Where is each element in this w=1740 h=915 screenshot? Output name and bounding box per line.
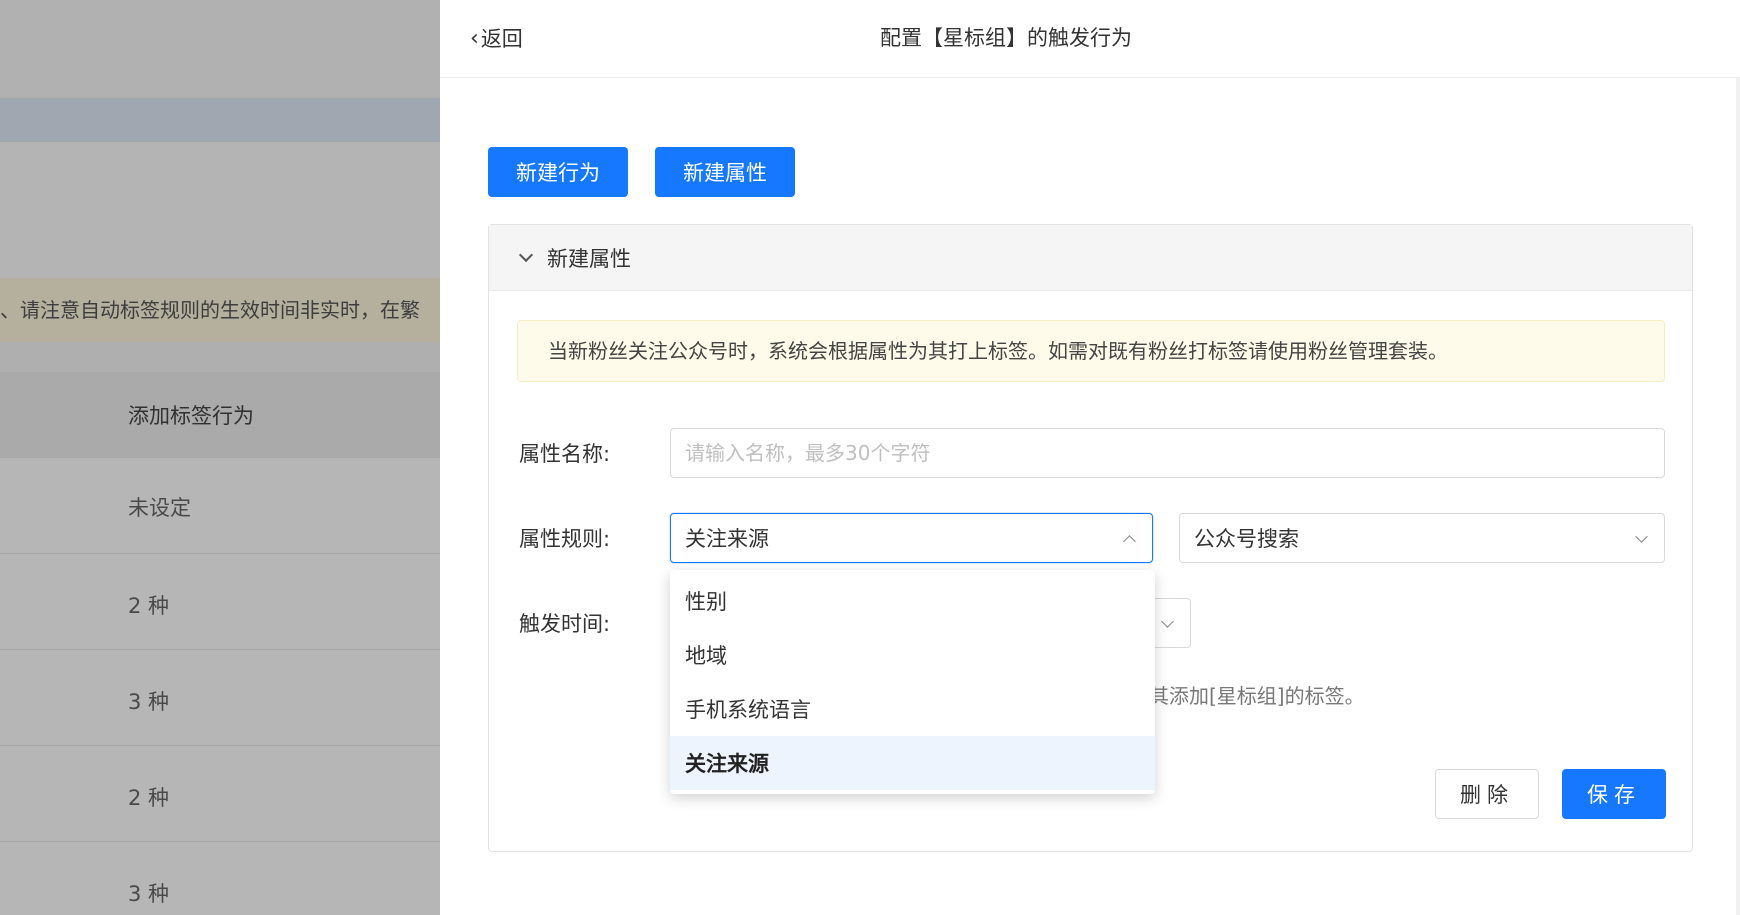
attribute-rule-select[interactable]: 关注来源 — [670, 513, 1153, 563]
attribute-rule-label: 属性规则: — [519, 527, 611, 551]
trigger-hint-text: 其添加[星标组]的标签。 — [1149, 684, 1365, 708]
chevron-down-icon — [1161, 615, 1174, 628]
dropdown-option-follow-source[interactable]: 关注来源 — [670, 736, 1155, 790]
new-attribute-button[interactable]: 新建属性 — [655, 147, 795, 197]
attribute-panel: 新建属性 当新粉丝关注公众号时，系统会根据属性为其打上标签。如需对既有粉丝打标签… — [488, 224, 1693, 852]
drawer-title: 配置【星标组】的触发行为 — [880, 26, 1132, 50]
drawer-header: ‹ 返回 配置【星标组】的触发行为 — [440, 0, 1740, 78]
panel-title: 新建属性 — [547, 246, 631, 271]
attribute-rule-dropdown: 性别 地域 手机系统语言 关注来源 — [670, 570, 1155, 794]
dropdown-option-phone-language[interactable]: 手机系统语言 — [670, 682, 1155, 736]
follow-source-select[interactable]: 公众号搜索 — [1179, 513, 1665, 563]
trigger-time-label: 触发时间: — [519, 612, 611, 636]
save-button[interactable]: 保存 — [1562, 769, 1666, 819]
delete-button[interactable]: 删除 — [1435, 769, 1539, 819]
attribute-rule-value: 关注来源 — [685, 527, 769, 551]
dropdown-option-region[interactable]: 地域 — [670, 628, 1155, 682]
follow-source-value: 公众号搜索 — [1194, 527, 1299, 551]
config-drawer: ‹ 返回 配置【星标组】的触发行为 新建行为 新建属性 新建属性 当新粉丝关注公… — [440, 0, 1740, 915]
chevron-up-icon — [1123, 535, 1136, 548]
chevron-down-icon — [518, 247, 534, 262]
attribute-name-input[interactable] — [670, 428, 1665, 478]
attribute-name-label: 属性名称: — [519, 442, 611, 466]
dropdown-option-gender[interactable]: 性别 — [670, 574, 1155, 628]
chevron-down-icon — [1635, 530, 1648, 543]
new-behavior-button[interactable]: 新建行为 — [488, 147, 628, 197]
info-alert: 当新粉丝关注公众号时，系统会根据属性为其打上标签。如需对既有粉丝打标签请使用粉丝… — [517, 320, 1665, 382]
panel-collapse-header[interactable]: 新建属性 — [489, 225, 1692, 291]
modal-mask[interactable] — [0, 0, 440, 915]
scrollbar[interactable] — [1736, 78, 1740, 915]
